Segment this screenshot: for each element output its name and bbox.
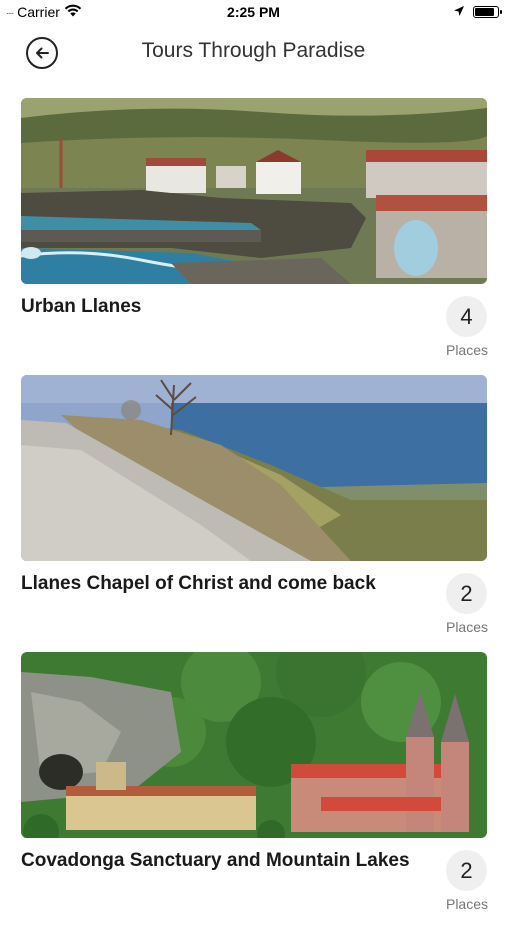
- battery-icon: [473, 6, 502, 18]
- places-label: Places: [445, 896, 489, 912]
- tour-title[interactable]: Covadonga Sanctuary and Mountain Lakes: [21, 850, 421, 872]
- places-count-badge: 2: [446, 850, 487, 891]
- navigation-header: Tours Through Paradise: [0, 26, 507, 78]
- tour-card[interactable]: Llanes Chapel of Christ and come back 2 …: [0, 375, 507, 652]
- coastal-path-photo[interactable]: [21, 375, 487, 561]
- places-label: Places: [445, 619, 489, 635]
- tour-title[interactable]: Urban Llanes: [21, 296, 421, 318]
- battery-level: [475, 8, 494, 16]
- places-count-badge: 4: [446, 296, 487, 337]
- location-arrow-icon: [453, 4, 465, 20]
- tour-card[interactable]: Covadonga Sanctuary and Mountain Lakes 2…: [0, 652, 507, 929]
- coastal-town-photo[interactable]: [21, 98, 487, 284]
- status-time: 2:25 PM: [227, 4, 280, 20]
- status-right: [453, 4, 502, 20]
- tour-list: Urban Llanes 4 Places Llanes Chapel of C…: [0, 98, 507, 929]
- tour-card[interactable]: Urban Llanes 4 Places: [0, 98, 507, 375]
- status-bar: .... Carrier 2:25 PM: [0, 0, 507, 26]
- basilica-forest-photo[interactable]: [21, 652, 487, 838]
- page-title: Tours Through Paradise: [141, 39, 366, 62]
- places-label: Places: [445, 342, 489, 358]
- tour-title[interactable]: Llanes Chapel of Christ and come back: [21, 573, 421, 595]
- places-count-badge: 2: [446, 573, 487, 614]
